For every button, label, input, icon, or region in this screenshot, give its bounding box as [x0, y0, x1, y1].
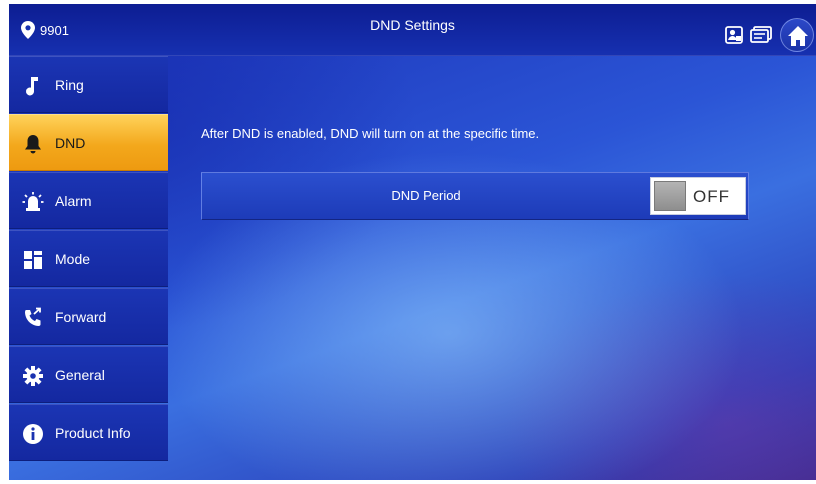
sidebar-item-label: General [55, 367, 105, 383]
dnd-period-toggle[interactable]: OFF [650, 177, 746, 215]
home-button[interactable] [780, 18, 814, 52]
sidebar-item-label: Product Info [55, 425, 131, 441]
header-bar: 9901 DND Settings [9, 4, 816, 56]
toggle-knob [654, 181, 686, 211]
info-icon [23, 424, 43, 444]
alarm-siren-icon [22, 192, 44, 211]
dnd-description: After DND is enabled, DND will turn on a… [201, 126, 540, 141]
gear-icon [23, 366, 43, 386]
sidebar-item-label: Ring [55, 77, 84, 93]
dnd-period-label: DND Period [391, 188, 461, 203]
sidebar-item-forward[interactable]: Forward [9, 288, 168, 345]
sidebar-item-alarm[interactable]: Alarm [9, 172, 168, 229]
music-note-icon [26, 77, 38, 96]
dnd-period-row: DND Period OFF [201, 172, 749, 220]
home-icon [788, 26, 808, 46]
sidebar-item-product-info[interactable]: Product Info [9, 404, 168, 461]
sidebar-item-label: Mode [55, 251, 91, 267]
sidebar-item-label: Forward [55, 309, 107, 325]
screen: 9901 DND Settings Ring DND Alarm Mode Fo… [9, 4, 816, 480]
grid-icon [24, 251, 42, 269]
message-icon[interactable] [750, 26, 772, 44]
sidebar-item-general[interactable]: General [9, 346, 168, 403]
sidebar-item-ring[interactable]: Ring [9, 56, 168, 113]
monitor-status-icon[interactable] [725, 26, 743, 44]
bell-icon [25, 135, 41, 154]
sidebar-item-label: Alarm [55, 193, 92, 209]
sidebar-item-label: DND [55, 135, 86, 151]
page-title: DND Settings [370, 17, 455, 33]
sidebar-item-mode[interactable]: Mode [9, 230, 168, 287]
sidebar-item-dnd[interactable]: DND [9, 114, 168, 171]
call-forward-icon [25, 307, 41, 326]
sidebar: Ring DND Alarm Mode Forward General Prod… [9, 56, 168, 480]
toggle-state-text: OFF [693, 187, 730, 206]
main-panel: After DND is enabled, DND will turn on a… [168, 56, 816, 480]
